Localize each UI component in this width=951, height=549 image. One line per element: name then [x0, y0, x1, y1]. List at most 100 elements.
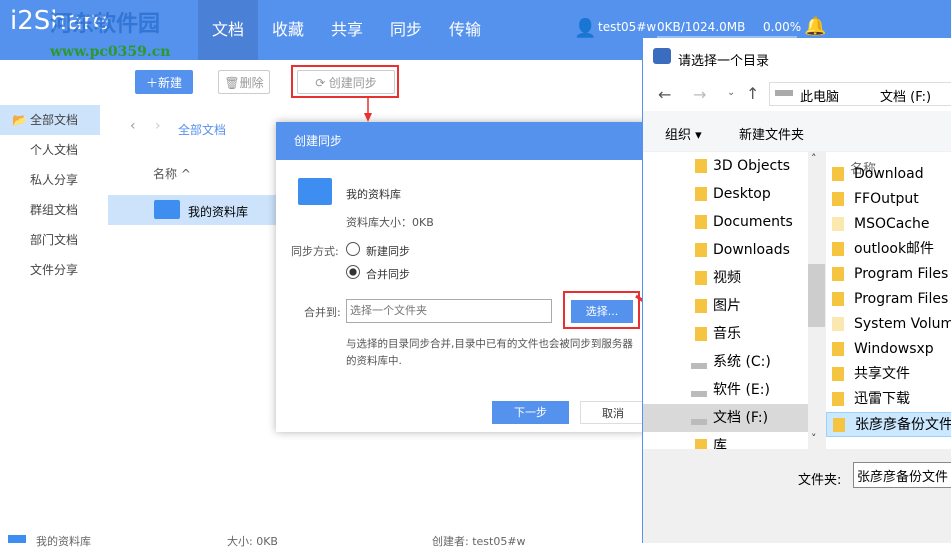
sidebar-item-personal[interactable]: 个人文档	[0, 135, 100, 165]
folder-icon	[832, 267, 844, 281]
radio-new-sync-label[interactable]: 新建同步	[366, 243, 410, 259]
folder-icon	[833, 418, 845, 432]
list-item[interactable]: MSOCache	[826, 212, 951, 237]
address-bar[interactable]: 此电脑 文档 (F:)	[769, 82, 951, 106]
lib-size: 资料库大小：0KB	[346, 216, 434, 229]
tree-item-drive-f[interactable]: 文档 (F:)	[643, 404, 808, 432]
list-item[interactable]: Download	[826, 162, 951, 187]
new-folder-button[interactable]: 新建文件夹	[739, 124, 804, 143]
tree-item-label: 系统 (C:)	[713, 354, 771, 370]
tree-item-label: 文档 (F:)	[713, 410, 769, 426]
recent-dropdown-icon[interactable]: ⌄	[727, 87, 735, 98]
folder-icon	[832, 317, 844, 331]
tree-item-label: 视频	[713, 270, 741, 286]
drive-icon	[691, 419, 707, 425]
tree-item-desktop[interactable]: Desktop	[643, 180, 808, 208]
footer-name: 我的资料库	[36, 535, 91, 548]
folder-icon	[695, 159, 707, 173]
tree-item-label: Desktop	[713, 186, 771, 202]
list-item[interactable]: 迅雷下载	[826, 387, 951, 412]
tree-item-3d-objects[interactable]: 3D Objects	[643, 152, 808, 180]
tree-item-label: 3D Objects	[713, 158, 791, 174]
list-item-label: 迅雷下载	[854, 391, 910, 407]
sidebar-item-private-share[interactable]: 私人分享	[0, 165, 100, 195]
organize-menu[interactable]: 组织 ▾	[665, 124, 702, 143]
user-icon[interactable]: 👤	[574, 18, 596, 39]
tree-item-videos[interactable]: 视频	[643, 264, 808, 292]
picker-commandbar: 组织 ▾ 新建文件夹	[643, 111, 951, 151]
bell-icon[interactable]: 🔔	[804, 16, 826, 37]
sidebar-item-file-share[interactable]: 文件分享	[0, 255, 100, 285]
folder-icon	[832, 217, 844, 231]
tree-item-documents[interactable]: Documents	[643, 208, 808, 236]
table-row[interactable]: 我的资料库	[108, 195, 278, 225]
highlight-box	[291, 65, 399, 98]
back-icon[interactable]: ‹	[130, 118, 136, 134]
path-segment[interactable]: 此电脑	[800, 86, 839, 105]
delete-button[interactable]: 🗑删除	[218, 70, 270, 94]
folder-icon	[695, 439, 707, 449]
column-name[interactable]: 名称 ^	[153, 165, 191, 182]
nav-docs[interactable]: 文档	[198, 0, 258, 60]
list-item-label: Program Files	[854, 266, 949, 282]
tree-item-pictures[interactable]: 图片	[643, 292, 808, 320]
nav-sync[interactable]: 同步	[376, 0, 436, 60]
sidebar-item-group[interactable]: 群组文档	[0, 195, 100, 225]
cloud-icon	[653, 48, 671, 64]
scroll-up-icon[interactable]: ˄	[811, 152, 817, 165]
up-arrow-icon[interactable]: ↑	[746, 84, 759, 103]
sidebar-item-department[interactable]: 部门文档	[0, 225, 100, 255]
new-button[interactable]: ＋新建	[135, 70, 193, 94]
list-item-label: outlook邮件	[854, 241, 935, 257]
tree-item-music[interactable]: 音乐	[643, 320, 808, 348]
radio-new-sync[interactable]	[346, 242, 360, 256]
folder-label: 文件夹:	[798, 473, 842, 488]
list-item-label: 张彦彦备份文件	[855, 417, 951, 433]
drive-icon	[691, 391, 707, 397]
nav-transfer[interactable]: 传输	[435, 0, 495, 60]
forward-icon[interactable]: ›	[155, 118, 161, 134]
scrollbar-thumb[interactable]	[808, 264, 825, 327]
nav-favorites[interactable]: 收藏	[258, 0, 318, 60]
list-item[interactable]: System Volume Information	[826, 312, 951, 337]
merge-target-input[interactable]	[346, 299, 552, 323]
tree-item-drive-e[interactable]: 软件 (E:)	[643, 376, 808, 404]
sidebar-item-all[interactable]: 📂 全部文档	[0, 105, 100, 135]
list-item[interactable]: Program Files	[826, 262, 951, 287]
list-item[interactable]: Windowsxp	[826, 337, 951, 362]
breadcrumb[interactable]: 全部文档	[178, 121, 226, 138]
path-segment[interactable]: 文档 (F:)	[880, 86, 931, 105]
folder-icon	[832, 242, 844, 256]
tree-item-label: Documents	[713, 214, 793, 230]
list-item[interactable]: 张彦彦备份文件	[826, 412, 951, 437]
radio-merge-sync-label[interactable]: 合并同步	[366, 266, 410, 282]
radio-merge-sync[interactable]	[346, 265, 360, 279]
list-item-label: 共享文件	[854, 366, 910, 382]
back-arrow-icon[interactable]: ←	[658, 85, 671, 104]
nav-share[interactable]: 共享	[317, 0, 377, 60]
tree-item-drive-c[interactable]: 系统 (C:)	[643, 348, 808, 376]
scroll-down-icon[interactable]: ˅	[811, 432, 817, 445]
folder-name-input[interactable]	[853, 462, 951, 488]
quota: 0KB/1024.0MB	[657, 20, 746, 34]
list-item[interactable]: Program Files (x86)	[826, 287, 951, 312]
list-item[interactable]: FFOutput	[826, 187, 951, 212]
forward-arrow-icon[interactable]: →	[693, 85, 706, 104]
tree-item-libraries[interactable]: 库	[643, 432, 808, 449]
cancel-button[interactable]: 取消	[580, 401, 646, 424]
list-item-label: MSOCache	[854, 216, 930, 232]
list-item[interactable]: 共享文件	[826, 362, 951, 387]
mode-label: 同步方式:	[291, 245, 339, 258]
username[interactable]: test05#w	[598, 20, 656, 34]
tree-item-downloads[interactable]: Downloads	[643, 236, 808, 264]
folder-icon	[154, 200, 180, 219]
picker-titlebar: 请选择一个目录	[643, 38, 951, 78]
footer-creator: 创建者: test05#w	[432, 535, 526, 548]
folder-picker-dialog: 请选择一个目录 ← → ⌄ ↑ 此电脑 文档 (F:) 组织 ▾ 新建文件夹 3…	[642, 38, 951, 543]
list-item[interactable]: outlook邮件	[826, 237, 951, 262]
folder-icon	[695, 299, 707, 313]
arrow-head	[364, 113, 372, 122]
next-button[interactable]: 下一步	[492, 401, 569, 424]
tree-scrollbar[interactable]: ˄ ˅	[808, 152, 825, 449]
create-sync-dialog: 创建同步 我的资料库 资料库大小：0KB 同步方式: 新建同步 合并同步 合并到…	[276, 122, 646, 432]
